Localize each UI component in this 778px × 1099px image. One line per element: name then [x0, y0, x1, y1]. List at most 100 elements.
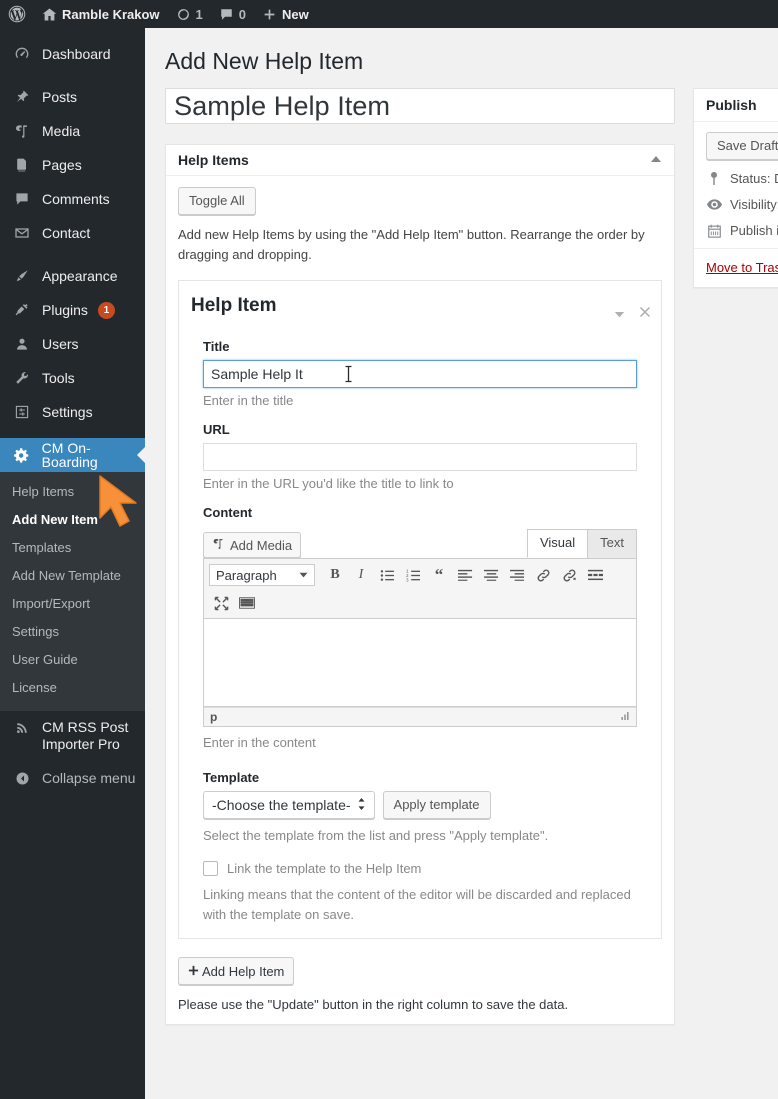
- apply-template-button[interactable]: Apply template: [382, 791, 491, 819]
- sidebar-item-posts[interactable]: Posts: [0, 80, 145, 114]
- sidebar-item-label: Posts: [42, 89, 78, 105]
- post-title-wrap: [165, 88, 675, 124]
- sidebar-item-contact[interactable]: Contact: [0, 216, 145, 250]
- settings-sliders-icon: [12, 404, 32, 420]
- sidebar-item-appearance[interactable]: Appearance: [0, 259, 145, 293]
- site-name-label: Ramble Krakow: [62, 6, 160, 22]
- site-name-menu[interactable]: Ramble Krakow: [34, 0, 168, 28]
- help-item-title-input[interactable]: [203, 360, 637, 388]
- pin-small-icon: [706, 171, 722, 186]
- post-status-text: Status: Dr: [730, 171, 778, 186]
- insert-more-icon[interactable]: [583, 563, 607, 587]
- sidebar-item-label: Settings: [42, 404, 93, 420]
- sidebar-item-label: Users: [42, 336, 79, 352]
- sidebar-item-user-guide[interactable]: User Guide: [0, 646, 145, 674]
- template-field-hint: Select the template from the list and pr…: [203, 828, 549, 843]
- unlink-icon[interactable]: [557, 563, 581, 587]
- bulleted-list-icon[interactable]: [375, 563, 399, 587]
- help-items-postbox-header[interactable]: Help Items: [166, 145, 674, 176]
- publish-major-actions: Move to Trash: [694, 249, 778, 287]
- sidebar-item-comments[interactable]: Comments: [0, 182, 145, 216]
- comment-bubble-icon: [219, 7, 234, 22]
- add-help-item-button[interactable]: Add Help Item: [178, 957, 295, 985]
- help-item-card: Help Item Title Sample Help It Enter in …: [178, 280, 662, 939]
- sidebar-item-add-new-template[interactable]: Add New Template: [0, 562, 145, 590]
- chevron-down-icon[interactable]: [614, 306, 625, 321]
- title-field-hint: Enter in the title: [203, 393, 294, 408]
- sidebar-item-settings[interactable]: Settings: [0, 395, 145, 429]
- help-items-description: Add new Help Items by using the "Add Hel…: [178, 227, 645, 262]
- collapse-menu-button[interactable]: Collapse menu: [0, 761, 145, 795]
- post-schedule-row[interactable]: Publish im: [706, 223, 778, 238]
- wordpress-logo-button[interactable]: [0, 0, 34, 28]
- menu-spacer-1: [0, 71, 145, 80]
- post-status-row[interactable]: Status: Dr: [706, 171, 778, 186]
- help-items-postbox: Help Items Toggle All Add new Help Items…: [165, 144, 675, 1025]
- add-help-item-row: Add Help Item: [178, 957, 662, 985]
- sidebar-item-templates[interactable]: Templates: [0, 534, 145, 562]
- post-visibility-row[interactable]: Visibility:: [706, 197, 778, 212]
- publish-minor-actions: Save Draft Status: Dr Visibility:: [694, 122, 778, 249]
- close-icon[interactable]: [639, 306, 651, 321]
- envelope-icon: [12, 225, 32, 241]
- sidebar-item-settings-sub[interactable]: Settings: [0, 618, 145, 646]
- sidebar-item-users[interactable]: Users: [0, 327, 145, 361]
- numbered-list-icon[interactable]: 123: [401, 563, 425, 587]
- cm-on-boarding-submenu: Help Items Add New Item Templates Add Ne…: [0, 472, 145, 710]
- tab-visual[interactable]: Visual: [526, 529, 589, 558]
- template-select[interactable]: -Choose the template-: [203, 791, 375, 819]
- save-draft-button[interactable]: Save Draft: [706, 132, 778, 160]
- blockquote-icon[interactable]: “: [427, 563, 451, 587]
- post-title-input[interactable]: [165, 88, 675, 124]
- sidebar-item-label: Plugins: [42, 302, 88, 318]
- wrench-icon: [12, 370, 32, 386]
- sidebar-item-tools[interactable]: Tools: [0, 361, 145, 395]
- add-help-item-label: Add Help Item: [202, 963, 285, 979]
- title-field-wrap: [191, 360, 649, 388]
- link-template-checkbox[interactable]: [203, 861, 218, 876]
- comments-button[interactable]: 0: [211, 0, 254, 28]
- sidebar-item-help-items[interactable]: Help Items: [0, 478, 145, 506]
- update-button-note: Please use the "Update" button in the ri…: [178, 997, 569, 1012]
- media-icon: [212, 537, 225, 553]
- help-item-url-input[interactable]: [203, 443, 637, 471]
- toolbar-toggle-icon[interactable]: [235, 591, 259, 615]
- admin-sidebar-menu: Dashboard Posts Media Pages Comments Con…: [0, 28, 145, 1099]
- link-template-hint: Linking means that the content of the ed…: [203, 887, 631, 922]
- menu-spacer-2: [0, 250, 145, 259]
- editor-mode-tabs: Visual Text: [526, 529, 637, 558]
- link-icon[interactable]: [531, 563, 555, 587]
- sidebar-item-cm-on-boarding[interactable]: CM On-Boarding: [0, 438, 145, 472]
- italic-icon[interactable]: I: [349, 563, 373, 587]
- paragraph-format-select[interactable]: Paragraph: [209, 564, 315, 586]
- bold-icon[interactable]: B: [323, 563, 347, 587]
- link-template-checkbox-row[interactable]: Link the template to the Help Item: [203, 861, 649, 876]
- sidebar-item-plugins[interactable]: Plugins 1: [0, 293, 145, 327]
- fullscreen-icon[interactable]: [209, 591, 233, 615]
- align-center-icon[interactable]: [479, 563, 503, 587]
- template-select-value: -Choose the template-: [212, 797, 351, 813]
- home-icon: [42, 7, 57, 22]
- move-to-trash-link[interactable]: Move to Trash: [706, 260, 778, 275]
- sidebar-item-pages[interactable]: Pages: [0, 148, 145, 182]
- editor-element-path: p: [210, 710, 218, 724]
- editor-content-area[interactable]: [203, 619, 637, 707]
- triangle-up-icon[interactable]: [650, 155, 662, 166]
- sidebar-item-label: CM RSS Post Importer Pro: [42, 719, 129, 752]
- toggle-all-button[interactable]: Toggle All: [178, 187, 256, 215]
- align-left-icon[interactable]: [453, 563, 477, 587]
- new-content-button[interactable]: New: [254, 0, 317, 28]
- publish-postbox-header[interactable]: Publish: [694, 89, 778, 122]
- sidebar-item-add-new-item[interactable]: Add New Item: [0, 506, 145, 534]
- align-right-icon[interactable]: [505, 563, 529, 587]
- new-label: New: [282, 6, 309, 22]
- resize-handle-icon[interactable]: [620, 710, 630, 724]
- sidebar-item-dashboard[interactable]: Dashboard: [0, 37, 145, 71]
- add-media-button[interactable]: Add Media: [203, 532, 302, 558]
- updates-button[interactable]: 1: [168, 0, 211, 28]
- tab-text[interactable]: Text: [587, 529, 637, 558]
- sidebar-item-media[interactable]: Media: [0, 114, 145, 148]
- sidebar-item-import-export[interactable]: Import/Export: [0, 590, 145, 618]
- sidebar-item-cm-rss-post-importer-pro[interactable]: CM RSS Post Importer Pro: [0, 711, 145, 761]
- sidebar-item-license[interactable]: License: [0, 674, 145, 702]
